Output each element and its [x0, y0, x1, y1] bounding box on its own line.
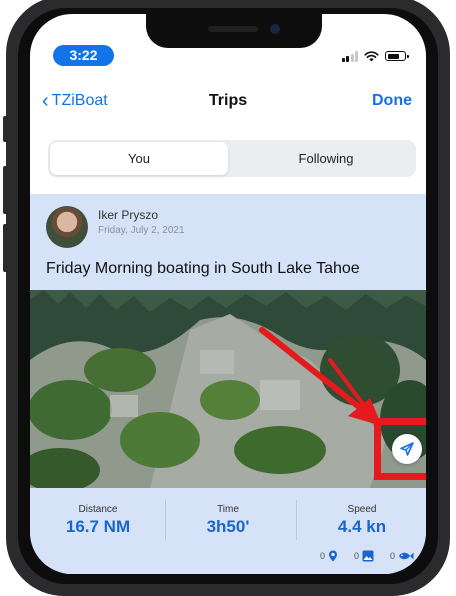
segmented-control: You Following — [48, 140, 416, 177]
trip-stats: Distance 16.7 NM Time 3h50' Speed 4.4 kn — [30, 494, 426, 554]
stat-distance-value: 16.7 NM — [65, 517, 131, 536]
cellular-signal-icon — [341, 50, 358, 62]
mute-switch — [3, 116, 8, 142]
battery-icon — [385, 51, 409, 61]
waypoint-count-value: 0 — [319, 551, 325, 561]
waypoint-count[interactable]: 0 — [320, 550, 338, 562]
photo-count-value: 0 — [353, 551, 359, 561]
wifi-icon — [364, 50, 379, 61]
avatar[interactable] — [46, 206, 88, 248]
photo-count[interactable]: 0 — [354, 550, 374, 562]
stat-time-label: Time — [217, 504, 239, 515]
stat-speed: Speed 4.4 kn — [302, 504, 422, 537]
stat-speed-value: 4.4 kn — [337, 517, 387, 536]
volume-down-button — [3, 224, 8, 272]
navigation-bar: ‹ TZiBoat Trips Done — [30, 90, 426, 118]
trip-counts: 0 0 0 — [320, 550, 414, 562]
trip-title: Friday Morning boating in South Lake Tah… — [46, 260, 360, 277]
share-icon — [400, 442, 414, 456]
map-pin-icon — [328, 550, 337, 562]
back-label: TZiBoat — [51, 92, 108, 109]
trip-photo-image — [30, 290, 426, 488]
done-button[interactable]: Done — [372, 92, 412, 110]
status-time[interactable]: 3:22 — [53, 45, 114, 66]
segment-you[interactable]: You — [50, 142, 228, 175]
stat-distance: Distance 16.7 NM — [38, 504, 158, 537]
trip-card[interactable]: Iker Pryszo Friday, July 2, 2021 Friday … — [30, 194, 426, 574]
stat-divider — [165, 500, 166, 540]
trip-photo[interactable] — [30, 290, 426, 488]
segment-following[interactable]: Following — [238, 142, 414, 175]
volume-up-button — [3, 166, 8, 214]
notch — [146, 14, 322, 48]
user-name[interactable]: Iker Pryszo — [98, 208, 158, 222]
chevron-left-icon: ‹ — [42, 90, 49, 112]
post-date: Friday, July 2, 2021 — [98, 225, 185, 236]
front-camera — [270, 24, 280, 34]
earpiece-speaker — [208, 26, 258, 32]
fish-count-value: 0 — [389, 551, 395, 561]
photo-icon — [362, 550, 374, 562]
stat-distance-label: Distance — [78, 504, 118, 515]
app-screen: 3:22 ‹ TZiBoat Trips Done You Following … — [30, 14, 426, 574]
status-icons — [341, 49, 409, 63]
fish-icon — [399, 552, 414, 560]
back-button[interactable]: ‹ TZiBoat — [42, 90, 108, 112]
stat-divider — [296, 500, 297, 540]
share-button[interactable] — [392, 434, 422, 464]
stat-time-value: 3h50' — [206, 517, 250, 536]
stat-time: Time 3h50' — [168, 504, 288, 537]
stat-speed-label: Speed — [347, 504, 377, 515]
fish-count[interactable]: 0 — [390, 551, 414, 561]
